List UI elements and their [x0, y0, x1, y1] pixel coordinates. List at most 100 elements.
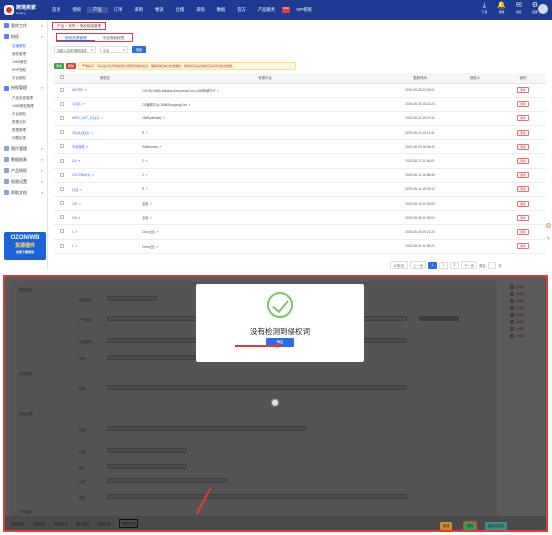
name-filter-input[interactable]: 请输入名称/授权链接 ▾: [54, 46, 96, 53]
external-link-icon[interactable]: ↗: [149, 216, 152, 220]
sidebar-item[interactable]: 平台授权: [0, 110, 47, 118]
sidebar-group[interactable]: 授权管理 ▾: [0, 83, 47, 94]
nav-item[interactable]: 采购: [190, 7, 211, 13]
row-name[interactable]: ASGRC ↗: [70, 83, 140, 98]
select-all-checkbox[interactable]: [54, 73, 70, 84]
external-link-icon[interactable]: ↗: [75, 244, 78, 248]
external-link-icon[interactable]: ↗: [91, 173, 94, 177]
tab-platform-permissions[interactable]: 平台授权权限: [95, 34, 133, 41]
sidebar-group[interactable]: 授权 ▾: [0, 31, 47, 42]
row-name-link[interactable]: 111: [72, 159, 77, 163]
external-link-icon[interactable]: ↗: [162, 116, 165, 120]
section-nav-item[interactable]: 图片信息: [76, 521, 90, 526]
row-name-link[interactable]: ASIN_LIST_2(1)(1): [72, 116, 99, 120]
row-checkbox[interactable]: [54, 210, 70, 226]
row-name[interactable]: 222 ↗: [70, 196, 140, 212]
external-link-icon[interactable]: ↗: [100, 116, 103, 120]
tab-resources[interactable]: 授权资源管理: [57, 34, 95, 41]
row-name[interactable]: 平台授权 ↗: [70, 139, 140, 155]
field-status-item[interactable]: 未填写: [510, 292, 540, 296]
row-name-link[interactable]: 20170904(1): [72, 173, 90, 177]
save-publish-button[interactable]: 保存并发布: [485, 522, 507, 530]
prev-page-button[interactable]: 上一页: [409, 261, 427, 269]
external-link-icon[interactable]: ↗: [145, 173, 148, 177]
external-link-icon[interactable]: ↗: [78, 216, 81, 220]
sidebar-item[interactable]: 产品信息管理: [0, 94, 47, 102]
sidebar-group[interactable]: 产品授权 ▾: [0, 165, 47, 176]
sidebar-item[interactable]: 1688授权: [0, 58, 47, 66]
row-checkbox[interactable]: [54, 153, 70, 169]
form-input[interactable]: [107, 478, 227, 483]
external-link-icon[interactable]: ↗: [79, 188, 82, 192]
row-name[interactable]: 111 ↗: [70, 210, 140, 226]
form-button[interactable]: [419, 316, 459, 321]
row-delete-button[interactable]: 删除: [517, 101, 529, 108]
add-button[interactable]: 添加: [54, 63, 65, 69]
external-link-icon[interactable]: ↗: [90, 131, 93, 135]
table-row[interactable]: 111 ↗ Z ↗ 2020-06-17 11:46:01 删除: [54, 153, 546, 169]
next-page-button[interactable]: 下一页: [460, 261, 478, 269]
top-icon-button[interactable]: ✉ 消息: [516, 2, 522, 14]
row-name[interactable]: 认证 ↗: [70, 182, 140, 198]
nav-item[interactable]: 数据: [211, 7, 232, 13]
external-link-icon[interactable]: ↗: [159, 145, 162, 149]
row-checkbox[interactable]: [54, 168, 70, 183]
row-delete-button[interactable]: 删除: [517, 186, 529, 193]
table-row[interactable]: ASIN_LIST_2(1)(1) ↗ 2688(alibaba) ↗ 2020-0…: [54, 111, 546, 127]
table-row[interactable]: 1(3)(1) ↗ OZ编辑平台-1688ShoppingCart ↗ 2020-0…: [54, 97, 546, 112]
field-status-item[interactable]: 未填写: [510, 299, 540, 303]
row-checkbox[interactable]: [54, 97, 70, 112]
row-name[interactable]: 3(1)(1)(1)(1) ↗: [70, 125, 140, 141]
row-delete-button[interactable]: 删除: [517, 228, 529, 235]
section-nav-item[interactable]: 基础信息: [11, 521, 25, 526]
external-link-icon[interactable]: ↗: [145, 159, 148, 163]
sidebar-item[interactable]: 数据分析: [0, 119, 47, 127]
sidebar-item[interactable]: 店铺授权: [0, 42, 47, 50]
table-row[interactable]: ASGRC ↗ OZON(1688)-Alibaba-AliexpressCom-…: [54, 83, 546, 98]
avatar[interactable]: [538, 4, 548, 14]
section-nav-item[interactable]: 描述信息: [97, 521, 111, 526]
row-delete-button[interactable]: 删除: [517, 243, 529, 250]
external-link-icon[interactable]: ↗: [156, 245, 159, 249]
row-delete-button[interactable]: 删除: [517, 172, 529, 179]
sidebar-item[interactable]: 1688授权管理: [0, 102, 47, 110]
table-row[interactable]: 222 ↗ 全部 ↗ 2020-06-10 11:29:03 删除: [54, 196, 546, 212]
nav-item[interactable]: 订单: [108, 7, 129, 13]
form-input[interactable]: [107, 494, 407, 499]
table-row[interactable]: 平台授权 ↗ Wildberries ↗ 2020-06-03 18:06:20 删除: [54, 139, 546, 155]
row-checkbox[interactable]: [54, 196, 70, 212]
row-name[interactable]: 20170904(1) ↗: [70, 168, 140, 183]
row-delete-button[interactable]: 删除: [517, 129, 529, 136]
page-current[interactable]: 1: [428, 261, 438, 269]
sidebar-item[interactable]: 问题反馈: [0, 135, 47, 143]
external-link-icon[interactable]: ↗: [145, 131, 148, 135]
external-link-icon[interactable]: ↗: [149, 202, 152, 206]
side-tool-icon[interactable]: ⚙: [545, 222, 552, 231]
logo[interactable]: 跨境卖家 kuajing: [0, 5, 46, 15]
form-input[interactable]: [107, 464, 187, 469]
table-row[interactable]: 认证 ↗ R ↗ 2020-06-11 15:33:12 删除: [54, 182, 546, 198]
row-delete-button[interactable]: 删除: [517, 158, 529, 165]
row-checkbox[interactable]: [54, 125, 70, 141]
platform-select[interactable]: 平台 ▾: [100, 46, 128, 53]
field-status-item[interactable]: 已填写: [510, 306, 540, 310]
form-input[interactable]: [107, 385, 407, 390]
row-name[interactable]: 111 ↗: [70, 153, 140, 169]
side-refresh-icon[interactable]: ↻: [545, 235, 552, 244]
page-2[interactable]: 2: [439, 261, 448, 269]
row-delete-button[interactable]: 删除: [517, 87, 529, 94]
sidebar-item[interactable]: ERP授权: [0, 67, 47, 75]
search-button[interactable]: 搜索: [132, 46, 147, 53]
row-checkbox[interactable]: [54, 182, 70, 198]
row-checkbox[interactable]: [54, 139, 70, 155]
sidebar-group[interactable]: 图片管理 ▾: [0, 143, 47, 154]
form-input[interactable]: [107, 426, 307, 431]
infringement-check-button[interactable]: 侵权检测: [118, 518, 139, 528]
field-status-item[interactable]: 未填写: [510, 285, 540, 289]
nav-item[interactable]: 首页: [46, 7, 67, 13]
row-delete-button[interactable]: 删除: [517, 115, 529, 122]
row-name-link[interactable]: 1: [72, 230, 74, 234]
row-name[interactable]: 1(3)(1) ↗: [70, 97, 140, 112]
page-3[interactable]: 3: [449, 261, 459, 269]
external-link-icon[interactable]: ↗: [78, 159, 81, 163]
